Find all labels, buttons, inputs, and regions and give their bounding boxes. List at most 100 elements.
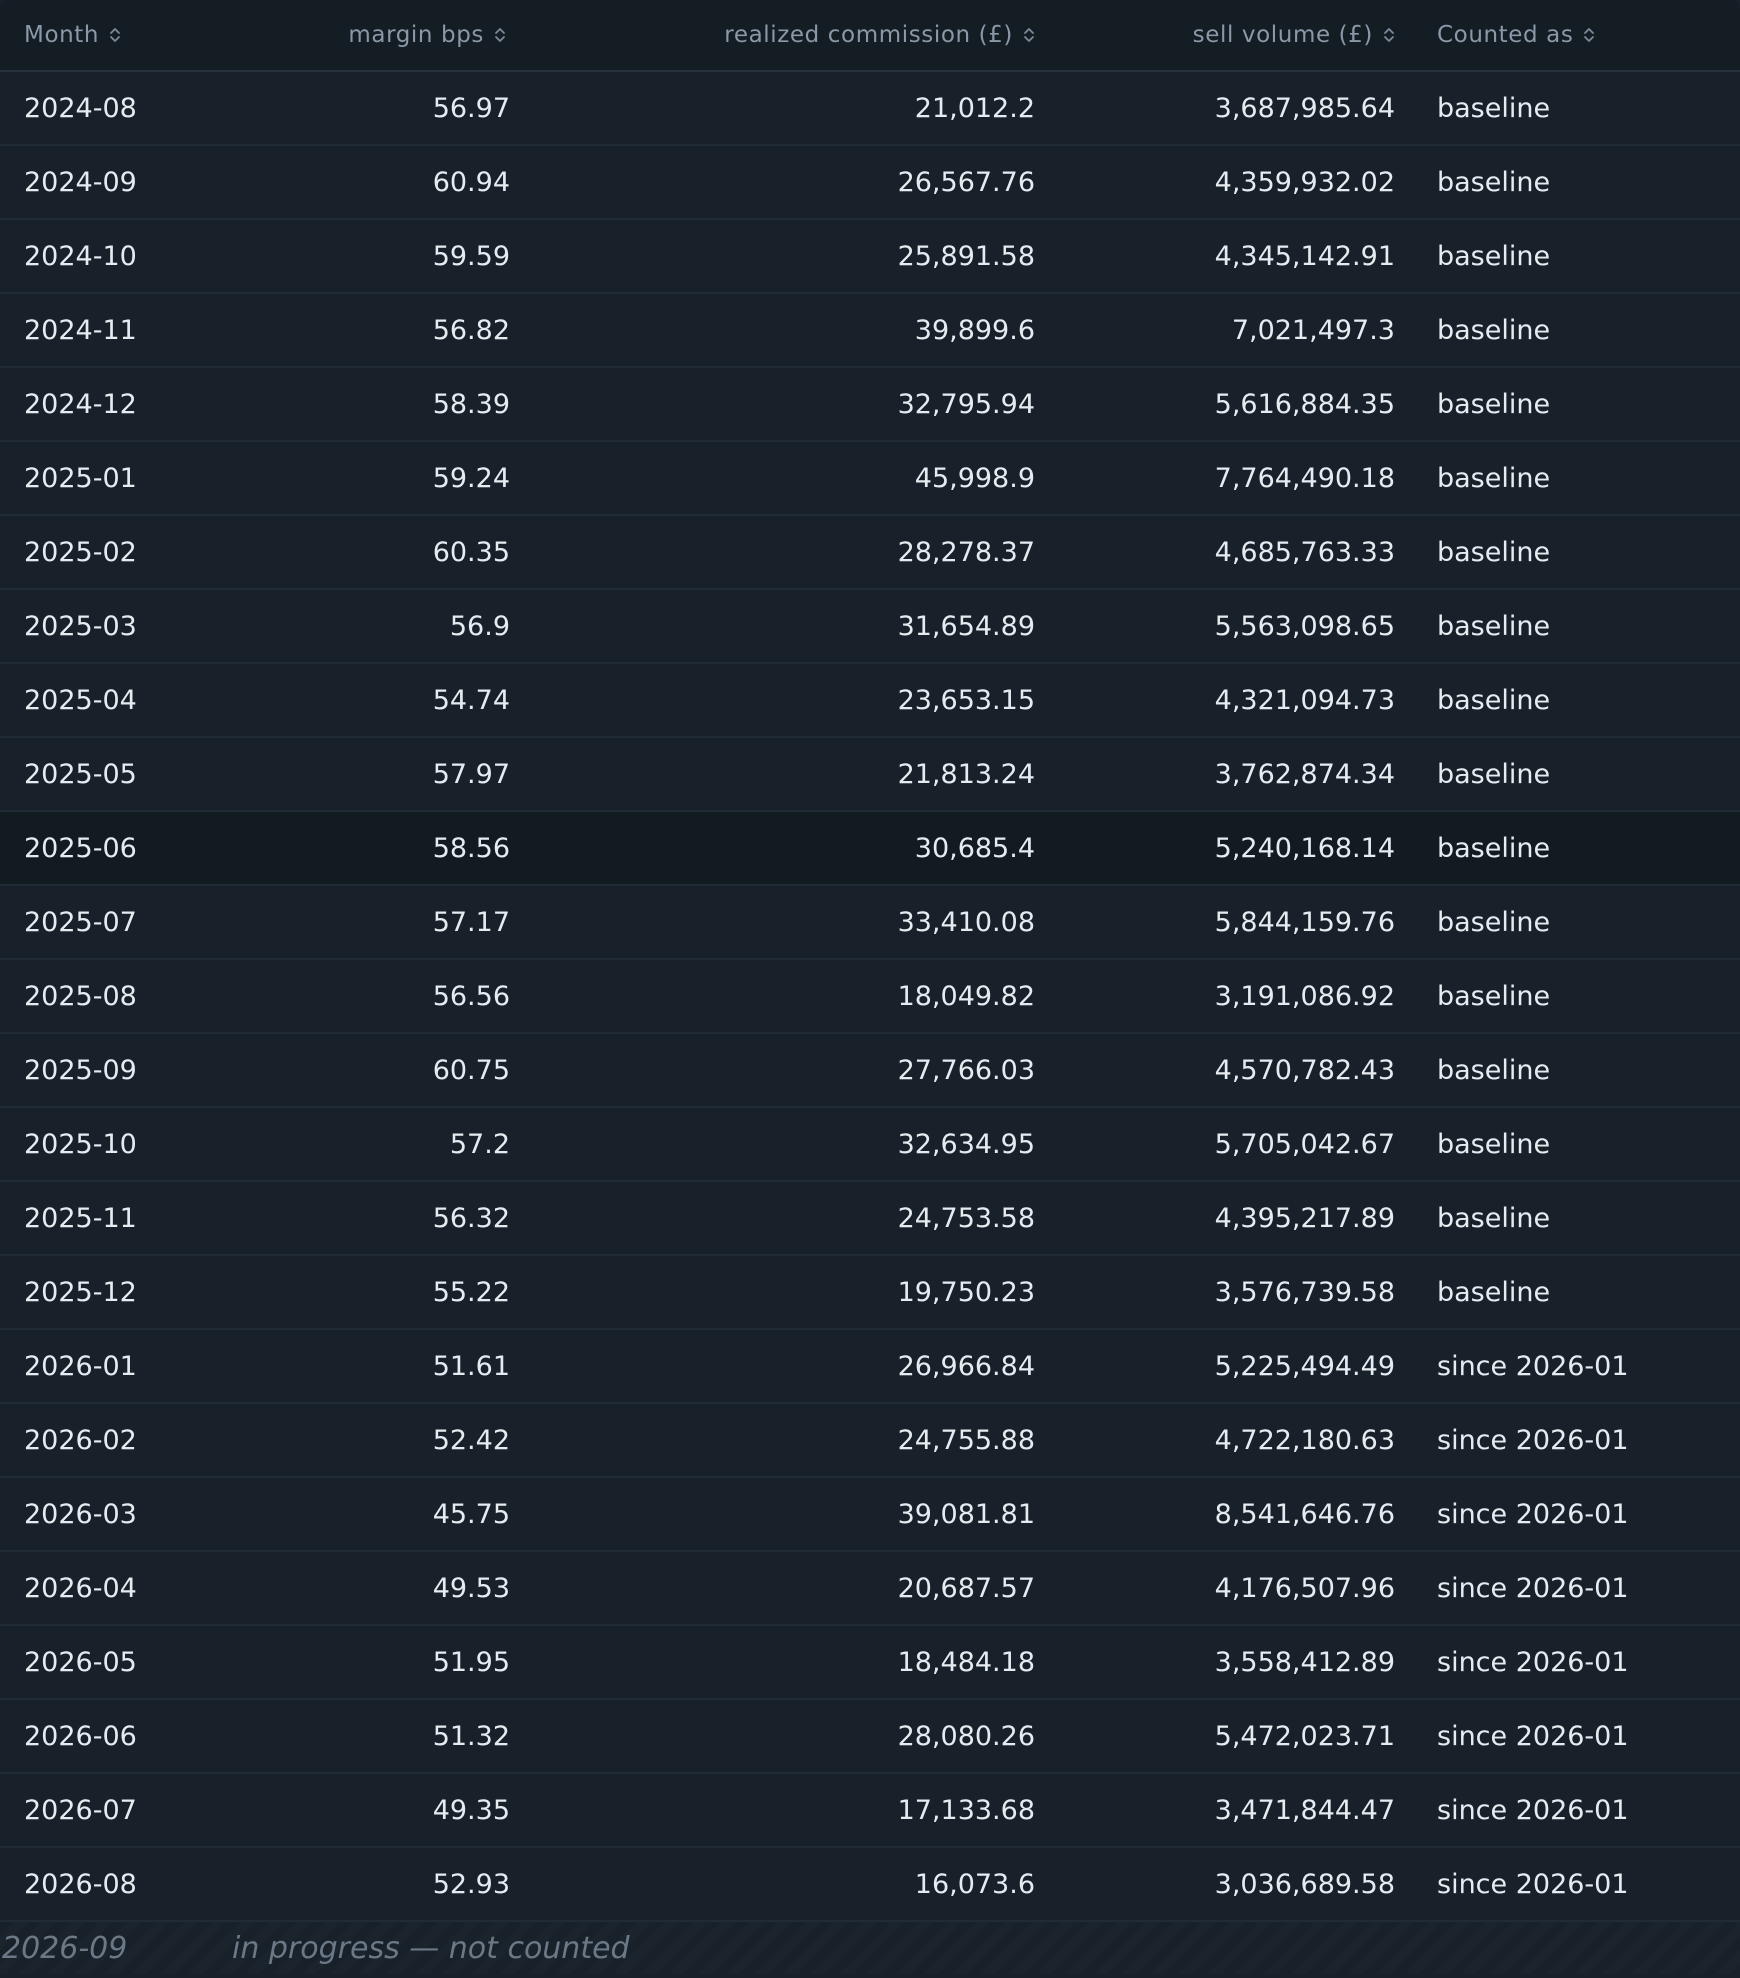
table-row[interactable]: 2025-01 59.24 45,998.9 7,764,490.18 baseline [0, 442, 1740, 516]
cell-sell-volume: 5,705,042.67 [1214, 1128, 1395, 1160]
table-header: Month margin bps realized commission (£)… [0, 0, 1740, 72]
column-header-counted-as[interactable]: Counted as [1395, 0, 1740, 70]
table-row[interactable]: 2026-07 49.35 17,133.68 3,471,844.47 since 2… [0, 1774, 1740, 1848]
table-row[interactable]: 2026-02 52.42 24,755.88 4,722,180.63 since 2… [0, 1404, 1740, 1478]
cell-sell-volume: 5,472,023.71 [1214, 1720, 1395, 1752]
sort-updown-icon[interactable] [1023, 24, 1035, 46]
cell-month: 2024-09 [24, 166, 137, 198]
table-row[interactable]: 2025-07 57.17 33,410.08 5,844,159.76 baselin… [0, 886, 1740, 960]
cell-realized-commission: 39,081.81 [897, 1498, 1035, 1530]
cell-month: 2026-06 [24, 1720, 137, 1752]
table-row[interactable]: 2025-12 55.22 19,750.23 3,576,739.58 baselin… [0, 1256, 1740, 1330]
cell-counted-as: baseline [1437, 758, 1551, 790]
cell-margin-bps: 55.22 [432, 1276, 510, 1308]
table-row[interactable]: 2026-03 45.75 39,081.81 8,541,646.76 since 2… [0, 1478, 1740, 1552]
cell-counted-as: baseline [1437, 166, 1551, 198]
column-header-margin-bps[interactable]: margin bps [260, 0, 510, 70]
cell-counted-as: baseline [1437, 1202, 1551, 1234]
table-row[interactable]: 2025-10 57.2 32,634.95 5,705,042.67 baseline [0, 1108, 1740, 1182]
table-row[interactable]: 2026-04 49.53 20,687.57 4,176,507.96 since 2… [0, 1552, 1740, 1626]
table-row[interactable]: 2024-11 56.82 39,899.6 7,021,497.3 baseline [0, 294, 1740, 368]
table-row[interactable]: 2025-02 60.35 28,278.37 4,685,763.33 baselin… [0, 516, 1740, 590]
table-row[interactable]: 2024-09 60.94 26,567.76 4,359,932.02 baselin… [0, 146, 1740, 220]
table-row[interactable]: 2025-03 56.9 31,654.89 5,563,098.65 baseline [0, 590, 1740, 664]
table-row[interactable]: 2026-06 51.32 28,080.26 5,472,023.71 since 2… [0, 1700, 1740, 1774]
table-row[interactable]: 2026-05 51.95 18,484.18 3,558,412.89 since 2… [0, 1626, 1740, 1700]
table-row[interactable]: 2025-04 54.74 23,653.15 4,321,094.73 baselin… [0, 664, 1740, 738]
column-header-month[interactable]: Month [0, 0, 260, 70]
cell-month: 2024-11 [24, 314, 137, 346]
cell-sell-volume: 5,225,494.49 [1214, 1350, 1395, 1382]
column-header-sell-volume[interactable]: sell volume (£) [1035, 0, 1395, 70]
column-header-realized-commission[interactable]: realized commission (£) [510, 0, 1035, 70]
cell-counted-as: since 2026-01 [1437, 1868, 1629, 1900]
cell-realized-commission: 33,410.08 [897, 906, 1035, 938]
cell-month: 2026-01 [24, 1350, 137, 1382]
cell-counted-as: since 2026-01 [1437, 1794, 1629, 1826]
cell-realized-commission: 19,750.23 [897, 1276, 1035, 1308]
cell-realized-commission: 32,795.94 [897, 388, 1035, 420]
cell-counted-as: baseline [1437, 1128, 1551, 1160]
cell-margin-bps: 51.61 [432, 1350, 510, 1382]
table-row[interactable]: 2025-05 57.97 21,813.24 3,762,874.34 baselin… [0, 738, 1740, 812]
cell-margin-bps: 52.42 [432, 1424, 510, 1456]
cell-sell-volume: 3,576,739.58 [1214, 1276, 1395, 1308]
cell-month: 2026-05 [24, 1646, 137, 1678]
cell-realized-commission: 28,278.37 [897, 536, 1035, 568]
cell-realized-commission: 31,654.89 [897, 610, 1035, 642]
cell-realized-commission: 30,685.4 [914, 832, 1035, 864]
cell-realized-commission: 18,484.18 [897, 1646, 1035, 1678]
cell-margin-bps: 56.97 [432, 92, 510, 124]
cell-sell-volume: 4,176,507.96 [1214, 1572, 1395, 1604]
sort-updown-icon[interactable] [1383, 24, 1395, 46]
cell-month: 2025-07 [24, 906, 137, 938]
cell-sell-volume: 4,345,142.91 [1214, 240, 1395, 272]
cell-counted-as: baseline [1437, 832, 1551, 864]
cell-realized-commission: 27,766.03 [897, 1054, 1035, 1086]
cell-realized-commission: 18,049.82 [897, 980, 1035, 1012]
cell-sell-volume: 4,321,094.73 [1214, 684, 1395, 716]
cell-margin-bps: 59.24 [432, 462, 510, 494]
cell-margin-bps: 56.82 [432, 314, 510, 346]
sort-updown-icon[interactable] [1583, 24, 1595, 46]
cell-counted-as: baseline [1437, 684, 1551, 716]
cell-month: 2025-04 [24, 684, 137, 716]
cell-counted-as: baseline [1437, 1054, 1551, 1086]
table-row[interactable]: 2025-11 56.32 24,753.58 4,395,217.89 baselin… [0, 1182, 1740, 1256]
table-row[interactable]: 2025-08 56.56 18,049.82 3,191,086.92 baselin… [0, 960, 1740, 1034]
table-row[interactable]: 2024-12 58.39 32,795.94 5,616,884.35 baselin… [0, 368, 1740, 442]
cell-sell-volume: 4,359,932.02 [1214, 166, 1395, 198]
cell-sell-volume: 4,570,782.43 [1214, 1054, 1395, 1086]
cell-month: 2026-04 [24, 1572, 137, 1604]
cell-month: 2025-03 [24, 610, 137, 642]
sort-updown-icon[interactable] [494, 24, 506, 46]
cell-counted-as: since 2026-01 [1437, 1498, 1629, 1530]
table-row[interactable]: 2026-01 51.61 26,966.84 5,225,494.49 since 2… [0, 1330, 1740, 1404]
table-row[interactable]: 2026-08 52.93 16,073.6 3,036,689.58 since 20… [0, 1848, 1740, 1922]
cell-sell-volume: 3,036,689.58 [1214, 1868, 1395, 1900]
cell-margin-bps: 60.75 [432, 1054, 510, 1086]
cell-sell-volume: 3,191,086.92 [1214, 980, 1395, 1012]
table-row[interactable]: 2025-06 58.56 30,685.4 5,240,168.14 baseline [0, 812, 1740, 886]
table-row[interactable]: 2024-10 59.59 25,891.58 4,345,142.91 baselin… [0, 220, 1740, 294]
sort-updown-icon[interactable] [109, 24, 121, 46]
cell-realized-commission: 32,634.95 [897, 1128, 1035, 1160]
cell-margin-bps: 57.97 [432, 758, 510, 790]
table-row[interactable]: 2025-09 60.75 27,766.03 4,570,782.43 baselin… [0, 1034, 1740, 1108]
cell-counted-as: since 2026-01 [1437, 1572, 1629, 1604]
cell-margin-bps: 60.94 [432, 166, 510, 198]
table-row[interactable]: 2024-08 56.97 21,012.2 3,687,985.64 baseline [0, 72, 1740, 146]
column-header-label: sell volume (£) [1192, 22, 1373, 48]
cell-sell-volume: 3,558,412.89 [1214, 1646, 1395, 1678]
cell-month: 2026-02 [24, 1424, 137, 1456]
cell-margin-bps: 45.75 [432, 1498, 510, 1530]
cell-month: 2025-09 [24, 1054, 137, 1086]
cell-realized-commission: 26,567.76 [897, 166, 1035, 198]
cell-sell-volume: 4,685,763.33 [1214, 536, 1395, 568]
cell-margin-bps: 52.93 [432, 1868, 510, 1900]
cell-sell-volume: 3,471,844.47 [1214, 1794, 1395, 1826]
cell-month: 2025-11 [24, 1202, 137, 1234]
cell-realized-commission: 21,012.2 [914, 92, 1035, 124]
cell-counted-as: since 2026-01 [1437, 1424, 1629, 1456]
cell-realized-commission: 23,653.15 [897, 684, 1035, 716]
